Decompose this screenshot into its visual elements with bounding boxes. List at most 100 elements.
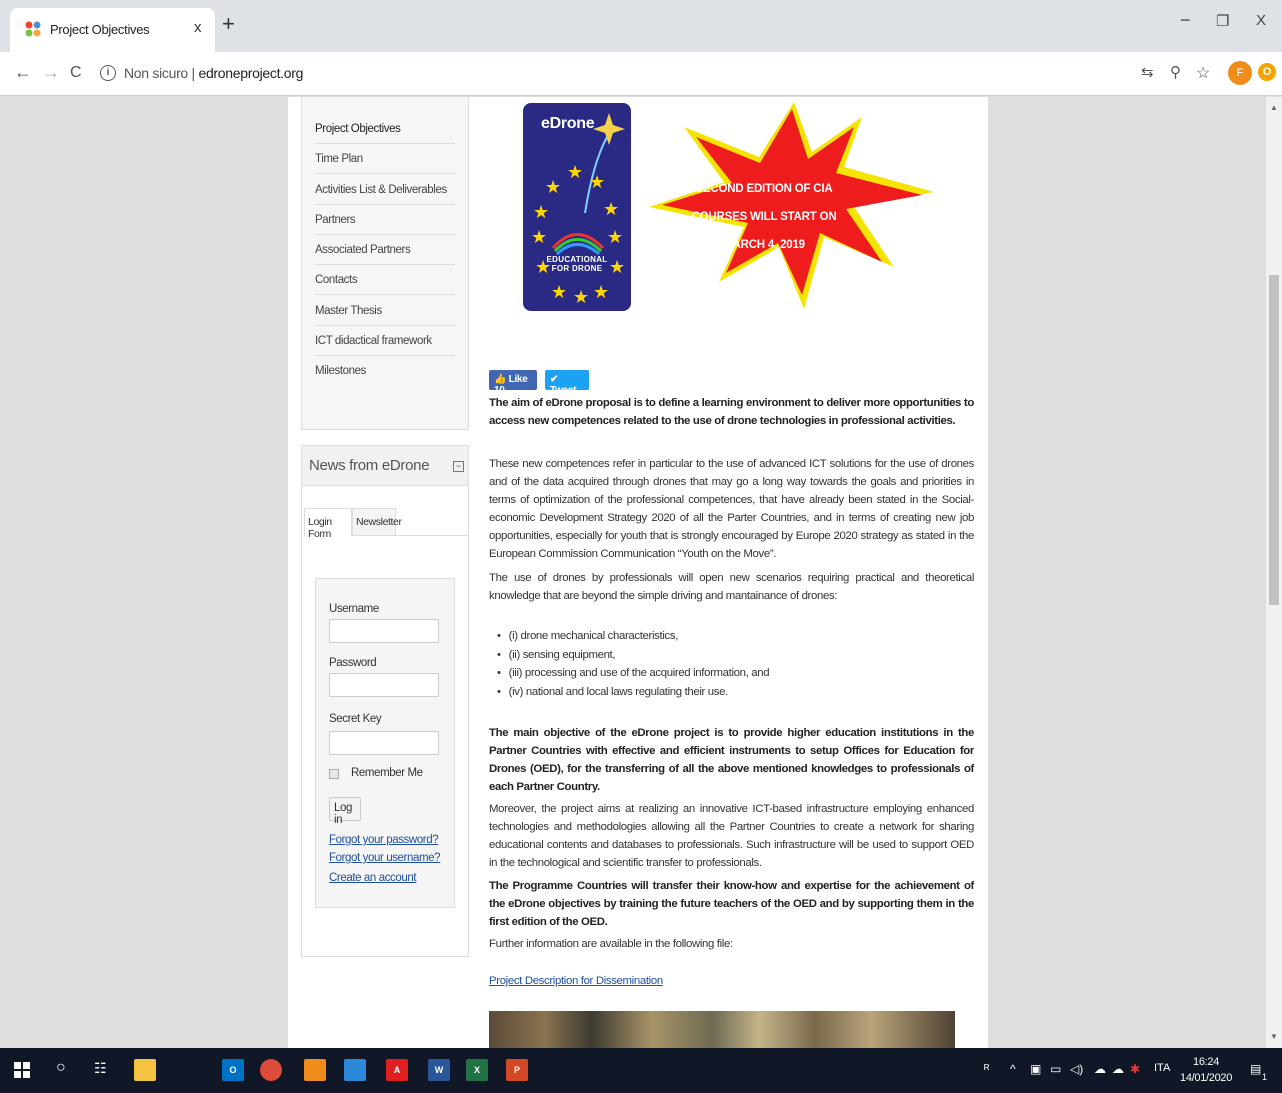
list-item: (ii) sensing equipment, — [497, 646, 967, 665]
svg-text:★: ★ — [551, 282, 567, 303]
extension-icon[interactable]: O — [1258, 63, 1276, 81]
login-form: Username Password Secret Key Remember Me… — [315, 578, 455, 908]
forgot-username-link[interactable]: Forgot your username? — [329, 852, 441, 864]
logo-subtitle: EDUCATIONAL FOR DRONE — [546, 255, 608, 273]
onedrive-business-icon[interactable]: ☁ — [1112, 1062, 1124, 1076]
zoom-icon[interactable]: ⚲ — [1170, 63, 1181, 81]
scroll-thumb[interactable] — [1269, 275, 1279, 605]
powerpoint-icon[interactable]: P — [506, 1059, 528, 1081]
close-window-button[interactable]: X — [1256, 12, 1266, 29]
cortana-icon[interactable]: ○ — [56, 1059, 66, 1077]
restore-button[interactable]: ❐ — [1216, 12, 1229, 30]
svg-text:★: ★ — [531, 227, 547, 248]
paragraph-main-objective: The main objective of the eDrone project… — [489, 727, 974, 793]
username-field[interactable] — [329, 619, 439, 643]
minimize-button[interactable]: − — [1180, 10, 1191, 31]
control-panel-icon[interactable] — [344, 1059, 366, 1081]
announcement-line-2: COURSES WILL START ON — [691, 211, 837, 223]
svg-text:★: ★ — [533, 202, 549, 223]
menu-item-partners[interactable]: Partners — [315, 214, 455, 235]
network-icon[interactable]: ▣ — [1030, 1062, 1041, 1076]
browser-tab[interactable]: Project Objectives x — [10, 8, 215, 52]
menu-item-associated-partners[interactable]: Associated Partners — [315, 244, 455, 265]
address-bar[interactable]: Non sicuro | edroneproject.org — [124, 65, 303, 81]
forgot-password-link[interactable]: Forgot your password? — [329, 834, 439, 846]
translate-icon[interactable]: ⇆ — [1141, 63, 1154, 81]
collapse-button[interactable]: − — [453, 461, 464, 472]
chrome-icon[interactable] — [260, 1059, 282, 1081]
announcement-line-3: MARCH 4, 2019 — [723, 239, 805, 251]
people-icon[interactable]: ᴿ — [984, 1062, 989, 1076]
news-title: News from eDrone — [309, 457, 430, 474]
svg-text:★: ★ — [593, 282, 609, 303]
windows-start-icon[interactable] — [14, 1062, 30, 1078]
onedrive-icon[interactable]: ☁ — [1094, 1062, 1106, 1076]
site-info-icon[interactable]: i — [100, 65, 116, 81]
display-icon[interactable]: ▭ — [1050, 1062, 1061, 1076]
svg-text:★: ★ — [567, 162, 583, 183]
paragraph-programme-countries: The Programme Countries will transfer th… — [489, 880, 974, 928]
menu-item-ict-framework[interactable]: ICT didactical framework — [315, 335, 455, 356]
vertical-scrollbar[interactable]: ▲ ▼ — [1266, 97, 1282, 1048]
acrobat-icon[interactable]: A — [386, 1059, 408, 1081]
paragraph-aim: The aim of eDrone proposal is to define … — [489, 397, 974, 427]
back-arrow-icon[interactable]: ← — [14, 62, 32, 83]
profile-avatar[interactable]: F — [1228, 61, 1252, 85]
file-explorer-icon[interactable] — [134, 1059, 156, 1081]
dissemination-link[interactable]: Project Description for Dissemination — [489, 975, 663, 987]
outlook-icon[interactable]: O — [222, 1059, 244, 1081]
create-account-link[interactable]: Create an account — [329, 872, 417, 884]
project-photo — [489, 1011, 955, 1048]
tweet-button[interactable]: ✔ Tweet — [545, 370, 589, 396]
secret-key-label: Secret Key — [329, 713, 382, 725]
svg-text:★: ★ — [589, 172, 605, 193]
tab-newsletter[interactable]: Newsletter — [352, 508, 402, 536]
paragraph-competences: These new competences refer in particula… — [489, 458, 974, 560]
remember-checkbox[interactable] — [329, 769, 339, 779]
menu-item-milestones[interactable]: Milestones — [315, 365, 455, 385]
chrome-profile-icon[interactable] — [304, 1059, 326, 1081]
excel-icon[interactable]: X — [466, 1059, 488, 1081]
scroll-up-arrow-icon[interactable]: ▲ — [1270, 103, 1278, 112]
volume-icon[interactable]: ◁) — [1070, 1062, 1083, 1076]
tab-login-form[interactable]: Login Form — [304, 508, 352, 540]
edrone-logo: eDrone ★ ★ ★ ★ ★ ★ ★ ★ ★ ★ ★ ★ EDUCATIONAL F — [523, 103, 631, 311]
facebook-like-button[interactable]: 👍 Like 10 — [489, 370, 537, 396]
task-view-icon[interactable]: ☷ — [94, 1060, 107, 1077]
security-tray-icon[interactable]: ✱ — [1130, 1062, 1140, 1076]
forward-arrow-icon[interactable]: → — [42, 62, 60, 83]
language-indicator[interactable]: ITA — [1154, 1062, 1170, 1074]
twitter-bird-icon: ✔ — [550, 374, 559, 385]
password-field[interactable] — [329, 673, 439, 697]
new-tab-button[interactable]: + — [222, 13, 235, 35]
url-text: edroneproject.org — [198, 65, 304, 81]
scroll-down-arrow-icon[interactable]: ▼ — [1270, 1032, 1278, 1041]
login-button[interactable]: Log in — [329, 797, 361, 826]
password-label: Password — [329, 657, 377, 669]
menu-item-time-plan[interactable]: Time Plan — [315, 153, 455, 174]
menu-item-contacts[interactable]: Contacts — [315, 274, 455, 295]
notification-center-icon[interactable]: ▤ — [1250, 1062, 1261, 1076]
tab-bar: Project Objectives x + − ❐ X — [0, 0, 1282, 52]
bookmark-star-icon[interactable]: ☆ — [1196, 63, 1210, 83]
secret-key-field[interactable] — [329, 731, 439, 755]
tab-close-icon[interactable]: x — [194, 19, 202, 36]
svg-text:★: ★ — [545, 177, 561, 198]
system-clock[interactable]: 16:24 14/01/2020 — [1180, 1054, 1232, 1086]
word-icon[interactable]: W — [428, 1059, 450, 1081]
svg-text:★: ★ — [607, 227, 623, 248]
url-separator: | — [191, 65, 196, 81]
page-container: Project Objectives Time Plan Activities … — [288, 97, 988, 1048]
notification-count: 1 — [1262, 1072, 1268, 1082]
joomla-favicon-icon — [25, 21, 41, 37]
announcement-line-1: SECOND EDITION OF CIA — [695, 183, 833, 195]
reload-icon[interactable]: C — [70, 64, 82, 82]
security-label: Non sicuro — [124, 65, 188, 81]
show-hidden-icons[interactable]: ^ — [1010, 1062, 1016, 1076]
news-module: News from eDrone − Login Form Newsletter… — [301, 445, 469, 957]
svg-text:★: ★ — [603, 199, 619, 220]
tab-title: Project Objectives — [50, 22, 150, 37]
menu-item-activities[interactable]: Activities List & Deliverables — [315, 184, 455, 205]
menu-item-project-objectives[interactable]: Project Objectives — [315, 123, 455, 144]
menu-item-master-thesis[interactable]: Master Thesis — [315, 305, 455, 326]
